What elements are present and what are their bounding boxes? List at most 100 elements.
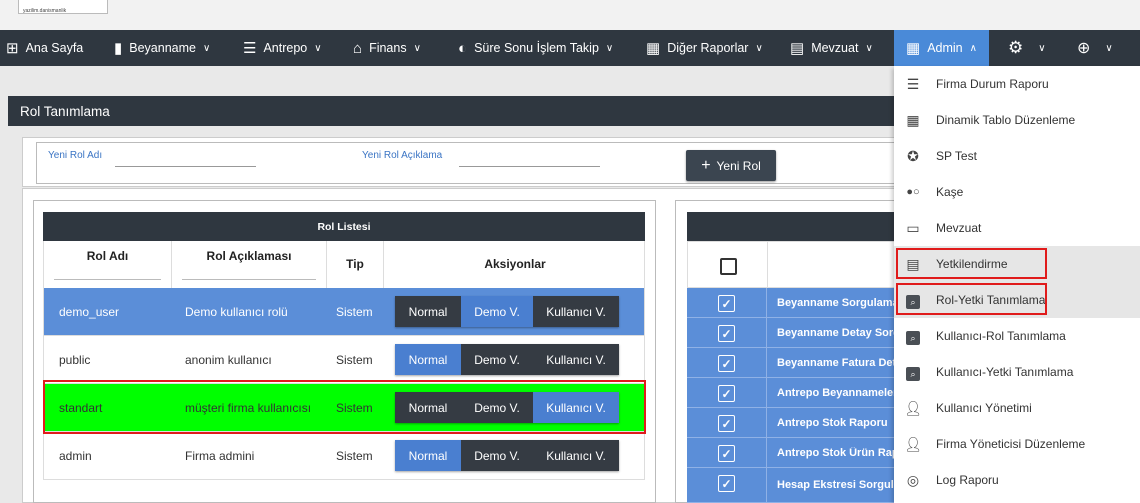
- highlight-box: [43, 380, 646, 434]
- menu-item-sp-test[interactable]: ✪ SP Test: [894, 138, 1140, 174]
- stack-icon: ☰: [243, 40, 257, 57]
- nav-label: Antrepo: [263, 41, 308, 55]
- nav-finans[interactable]: ⌂ Finans ∨: [353, 30, 421, 66]
- column-header-aksiyonlar: Aksiyonlar: [384, 241, 646, 288]
- search-icon: ⌕: [904, 364, 922, 381]
- column-header-tip[interactable]: Tip: [327, 241, 384, 288]
- person-icon: 👤︎: [904, 399, 922, 416]
- nav-sure-sonu[interactable]: ◐ Süre Sonu İşlem Takip ∨: [458, 30, 613, 66]
- menu-item-kullanici-yetki[interactable]: ⌕ Kullanıcı-Yetki Tanımlama: [894, 354, 1140, 390]
- checkbox-checked[interactable]: ✓: [718, 385, 735, 402]
- highlight-box: [896, 248, 1047, 279]
- yetki-row[interactable]: ✓ Beyanname Fatura Detay: [687, 348, 898, 378]
- cell-tip: Sistem: [336, 448, 373, 463]
- demo-v-button[interactable]: Demo V.: [461, 344, 533, 375]
- menu-item-firma-durum-raporu[interactable]: ☰ Firma Durum Raporu: [894, 66, 1140, 102]
- column-header-rol-aciklamasi[interactable]: Rol Açıklaması: [172, 241, 327, 288]
- menu-item-firma-yoneticisi[interactable]: 👤︎ Firma Yöneticisi Düzenleme: [894, 426, 1140, 462]
- chevron-down-icon: ∨: [1105, 42, 1113, 54]
- menu-item-kase[interactable]: ●○ Kaşe: [894, 174, 1140, 210]
- normal-button[interactable]: Normal: [395, 440, 461, 471]
- select-all-checkbox[interactable]: [720, 258, 737, 275]
- nav-label: Mevzuat: [811, 41, 859, 55]
- kullanici-v-button[interactable]: Kullanıcı V.: [533, 296, 619, 327]
- nav-ana-sayfa[interactable]: ⊞ Ana Sayfa: [6, 30, 83, 66]
- demo-v-button[interactable]: Demo V.: [461, 440, 533, 471]
- list-icon: ▤: [790, 40, 805, 57]
- yeni-rol-button[interactable]: + Yeni Rol: [686, 150, 776, 181]
- normal-button[interactable]: Normal: [395, 344, 461, 375]
- kullanici-v-button[interactable]: Kullanıcı V.: [533, 440, 619, 471]
- column-header-label: Rol Açıklaması: [206, 249, 292, 263]
- checkbox-checked[interactable]: ✓: [718, 475, 735, 492]
- nav-settings[interactable]: ⚙ ∨: [1008, 30, 1046, 66]
- checkbox-checked[interactable]: ✓: [718, 445, 735, 462]
- yeni-rol-aciklama-input[interactable]: [459, 166, 600, 167]
- cell-rol-adi: public: [59, 352, 91, 367]
- menu-item-kullanici-yonetimi[interactable]: 👤︎ Kullanıcı Yönetimi: [894, 390, 1140, 426]
- menu-item-label: Firma Yöneticisi Düzenleme: [936, 437, 1086, 451]
- yetki-row[interactable]: ✓ Hesap Ekstresi Sorgulama: [687, 468, 898, 503]
- nav-mevzuat[interactable]: ▤ Mevzuat ∨: [790, 30, 873, 66]
- nav-diger-raporlar[interactable]: ▦ Diğer Raporlar ∨: [646, 30, 763, 66]
- search-icon: ⌕: [904, 328, 922, 345]
- yetki-row[interactable]: ✓ Antrepo Beyannameleri: [687, 378, 898, 408]
- top-header: yazilim.danismanlik: [0, 0, 1140, 30]
- main-nav: ⊞ Ana Sayfa ▮ Beyanname ∨ ☰ Antrepo ∨ ⌂ …: [0, 30, 1140, 66]
- yetki-label: Antrepo Stok Ürün Raporu: [777, 446, 898, 459]
- menu-item-dinamik-tablo[interactable]: ▦ Dinamik Tablo Düzenleme: [894, 102, 1140, 138]
- table-title: Rol Listesi: [317, 220, 371, 233]
- menu-item-label: Mevzuat: [936, 221, 982, 235]
- action-button-group: Normal Demo V. Kullanıcı V.: [395, 440, 619, 471]
- yetki-label: Beyanname Sorgulama: [777, 296, 898, 309]
- nav-admin[interactable]: ▦ Admin ∧: [894, 30, 989, 66]
- table-icon: ▦: [646, 40, 661, 57]
- cell-aciklama: anonim kullanıcı: [185, 352, 272, 367]
- nav-label: Admin: [927, 41, 963, 55]
- filter-underline[interactable]: [54, 279, 161, 280]
- column-header-rol-adi[interactable]: Rol Adı: [44, 241, 172, 288]
- menu-item-label: Kullanıcı Yönetimi: [936, 401, 1032, 415]
- table-icon: ▦: [906, 40, 921, 57]
- chevron-down-icon: ∨: [413, 42, 421, 54]
- cell-aciklama: Firma admini: [185, 448, 255, 463]
- menu-item-mevzuat[interactable]: ▭ Mevzuat: [894, 210, 1140, 246]
- menu-item-log-raporu[interactable]: ◎ Log Raporu: [894, 462, 1140, 498]
- nav-beyanname[interactable]: ▮ Beyanname ∨: [114, 30, 210, 66]
- yeni-rol-adi-label: Yeni Rol Adı: [48, 150, 103, 161]
- normal-button[interactable]: Normal: [395, 296, 461, 327]
- table-row[interactable]: demo_user Demo kullanıcı rolü Sistem Nor…: [43, 288, 645, 336]
- checkbox-checked[interactable]: ✓: [718, 325, 735, 342]
- chevron-down-icon: ∨: [865, 42, 873, 54]
- yetki-table-title-bar: [687, 212, 898, 241]
- checkbox-checked[interactable]: ✓: [718, 295, 735, 312]
- yetki-row[interactable]: ✓ Beyanname Sorgulama: [687, 288, 898, 318]
- chevron-down-icon: ∨: [314, 42, 322, 54]
- logo[interactable]: yazilim.danismanlik: [18, 0, 108, 14]
- cell-tip: Sistem: [336, 304, 373, 319]
- yetki-label: Antrepo Stok Raporu: [777, 416, 888, 429]
- nav-language[interactable]: ⊕ ∨: [1077, 30, 1113, 66]
- menu-item-kullanici-rol[interactable]: ⌕ Kullanıcı-Rol Tanımlama: [894, 318, 1140, 354]
- nav-antrepo[interactable]: ☰ Antrepo ∨: [243, 30, 322, 66]
- fingerprint-icon: ◎: [906, 471, 920, 488]
- demo-v-button[interactable]: Demo V.: [461, 296, 533, 327]
- column-header-label: Tip: [346, 257, 364, 271]
- film-icon: ✪: [907, 147, 919, 164]
- grid-icon: ⊞: [6, 40, 19, 57]
- table-row[interactable]: public anonim kullanıcı Sistem Normal De…: [43, 336, 645, 384]
- yeni-rol-adi-input[interactable]: [115, 166, 256, 167]
- page-title-bar: Rol Tanımlama: [8, 96, 898, 126]
- yetki-row[interactable]: ✓ Antrepo Stok Raporu: [687, 408, 898, 438]
- yetki-row[interactable]: ✓ Antrepo Stok Ürün Raporu: [687, 438, 898, 468]
- table-row[interactable]: admin Firma admini Sistem Normal Demo V.…: [43, 432, 645, 480]
- yetki-label: Beyanname Fatura Detay: [777, 356, 898, 369]
- checkbox-checked[interactable]: ✓: [718, 355, 735, 372]
- filter-underline[interactable]: [182, 279, 316, 280]
- toggle-icon: ●○: [906, 186, 920, 198]
- checkbox-checked[interactable]: ✓: [718, 415, 735, 432]
- column-divider: [766, 288, 767, 318]
- yetki-row[interactable]: ✓ Beyanname Detay Sorgulama: [687, 318, 898, 348]
- kullanici-v-button[interactable]: Kullanıcı V.: [533, 344, 619, 375]
- grid-icon: ▦: [906, 111, 920, 128]
